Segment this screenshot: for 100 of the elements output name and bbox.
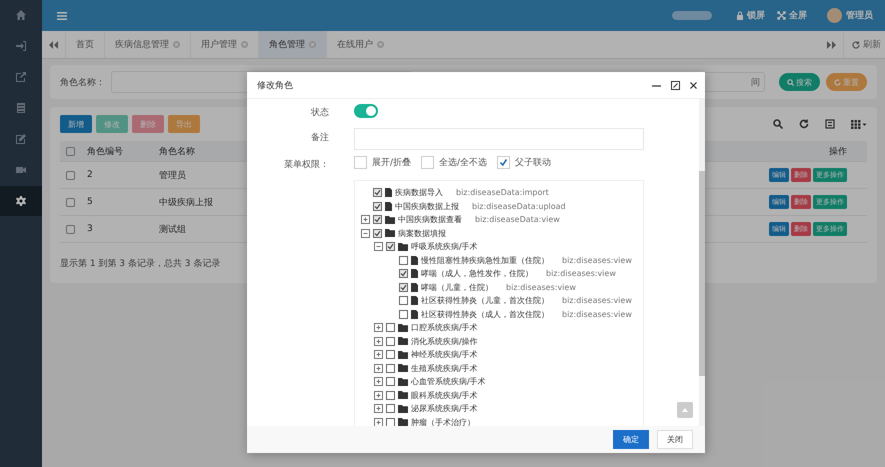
tree-checkbox[interactable] [386, 377, 395, 386]
refresh-tab-link[interactable]: 刷新 [843, 31, 885, 58]
tree-item[interactable]: 生殖系统疾病/手术 [411, 362, 478, 374]
user-name[interactable]: 管理员 [846, 9, 873, 22]
row-checkbox[interactable] [66, 170, 75, 180]
lock-screen-link[interactable]: 锁屏 [736, 9, 765, 22]
tree-item[interactable]: 消化系统疾病/操作 [411, 336, 478, 347]
expand-icon[interactable] [374, 336, 383, 346]
tree-item[interactable]: 肿瘤（手术治疗） [411, 416, 475, 426]
tree-checkbox[interactable] [399, 256, 408, 265]
tree-checkbox[interactable] [399, 296, 408, 306]
list-icon [15, 102, 27, 114]
expand-icon[interactable] [361, 215, 370, 224]
tree-item[interactable]: 哮喘（成人，急性发作，住院） [421, 268, 533, 280]
close-icon[interactable] [690, 82, 697, 88]
field-label: 菜单权限： [283, 158, 329, 171]
column-header[interactable]: 角色编号 [87, 144, 147, 158]
field-label: 角色名称： [60, 76, 105, 88]
checkbox-label[interactable]: 父子联动 [515, 156, 552, 169]
reset-icon [834, 78, 841, 86]
sidebar-item[interactable] [0, 186, 42, 216]
tree-item[interactable]: 心血管系统疾病/手术 [411, 376, 486, 388]
tree-item[interactable]: 眼科系统疾病/手术 [411, 390, 478, 401]
expand-icon[interactable] [374, 377, 383, 386]
table-cell-text: 2 [87, 170, 94, 180]
dialog-button[interactable]: 关闭 [657, 430, 693, 449]
scroll-right-icon[interactable] [827, 40, 836, 48]
expand-icon[interactable] [374, 390, 383, 400]
tree-checkbox[interactable] [373, 202, 382, 211]
row-checkbox[interactable] [66, 198, 75, 206]
search-icon [787, 78, 794, 86]
permission-text: biz:diseases:view [562, 310, 632, 319]
remark-field[interactable] [354, 128, 644, 150]
tab[interactable]: 在线用户 [326, 31, 394, 58]
tree-checkbox[interactable] [373, 188, 382, 198]
toolbar-button[interactable]: 新增 [60, 115, 92, 133]
tree-item[interactable]: 慢性阻塞性肺疾病急性加重（住院） [421, 254, 549, 266]
menu-icon[interactable] [57, 12, 67, 20]
permission-text: biz:diseases:view [562, 256, 632, 265]
table-cell-text: 5 [87, 197, 94, 207]
tree-checkbox[interactable] [399, 282, 408, 292]
tree-checkbox[interactable] [386, 323, 395, 332]
lock-icon [736, 11, 744, 20]
tree-item[interactable]: 呼吸系统疾病/手术 [411, 241, 478, 252]
expand-icon[interactable] [374, 323, 383, 332]
tab[interactable]: 角色管理 [258, 31, 326, 58]
tree-item[interactable]: 中国疾病数据查看 [398, 214, 462, 226]
gear-icon [15, 195, 27, 207]
edit-icon [15, 133, 27, 145]
checkbox[interactable] [497, 156, 510, 169]
search-icon[interactable] [773, 119, 783, 129]
tree-item[interactable]: 疾病数据导入 [395, 187, 443, 198]
tab[interactable]: 首页 [65, 31, 104, 58]
field-label: 备注 [310, 132, 329, 144]
scrollbar-thumb[interactable] [699, 171, 705, 376]
tree-checkbox[interactable] [386, 350, 395, 360]
scroll-left-icon[interactable] [49, 40, 58, 48]
tree-item[interactable]: 泌尿系统疾病/手术 [411, 403, 478, 414]
tree-checkbox[interactable] [373, 215, 382, 224]
columns-icon[interactable] [825, 119, 835, 129]
maximize-icon[interactable] [671, 80, 680, 90]
tree-checkbox[interactable] [386, 390, 395, 400]
dialog-button[interactable]: 确定 [613, 430, 649, 449]
tree-item[interactable]: 社区获得性肺炎（儿童，首次住院） [421, 295, 549, 306]
login-icon [15, 40, 27, 52]
status-toggle[interactable] [354, 104, 378, 118]
tree-item[interactable]: 病案数据填报 [398, 228, 446, 239]
expand-icon[interactable] [374, 404, 383, 414]
fullscreen-icon [777, 11, 786, 20]
tree-checkbox[interactable] [386, 336, 395, 346]
row-checkbox[interactable] [66, 224, 75, 234]
fullscreen-link[interactable]: 全屏 [777, 9, 807, 22]
collapse-icon[interactable] [361, 228, 370, 238]
select-all-checkbox[interactable] [66, 146, 75, 156]
checkbox-label[interactable]: 全选/全不选 [439, 156, 488, 169]
tree-checkbox[interactable] [386, 242, 395, 252]
expand-icon[interactable] [374, 350, 383, 360]
tree-checkbox[interactable] [386, 364, 395, 373]
tree-checkbox[interactable] [386, 404, 395, 414]
checkbox[interactable] [421, 156, 434, 169]
dialog-title: 修改角色 [257, 80, 293, 92]
refresh-icon[interactable] [799, 119, 809, 129]
checkbox[interactable] [354, 156, 367, 169]
checkbox-label[interactable]: 展开/折叠 [372, 156, 412, 169]
tree-item[interactable]: 中国疾病数据上报 [395, 200, 459, 212]
field-label: 状态 [310, 106, 329, 119]
tree-item[interactable]: 神经系统疾病/手术 [411, 349, 478, 360]
tab[interactable]: 疾病信息管理 [104, 31, 190, 58]
expand-icon[interactable] [374, 418, 383, 426]
permission-text: biz:diseaseData:view [475, 215, 560, 224]
tree-item[interactable]: 口腔系统疾病/手术 [411, 322, 478, 334]
collapse-icon[interactable] [374, 242, 383, 252]
tree-item[interactable]: 哮喘（儿童，住院） [421, 282, 493, 293]
tree-checkbox[interactable] [373, 228, 382, 238]
tree-checkbox[interactable] [399, 269, 408, 278]
tree-checkbox[interactable] [399, 310, 408, 319]
tree-item[interactable]: 社区获得性肺炎（成人，首次住院） [421, 308, 549, 320]
table-cell-text: 管理员 [159, 170, 187, 182]
expand-icon[interactable] [374, 364, 383, 373]
grid-dropdown-icon[interactable] [851, 120, 867, 128]
